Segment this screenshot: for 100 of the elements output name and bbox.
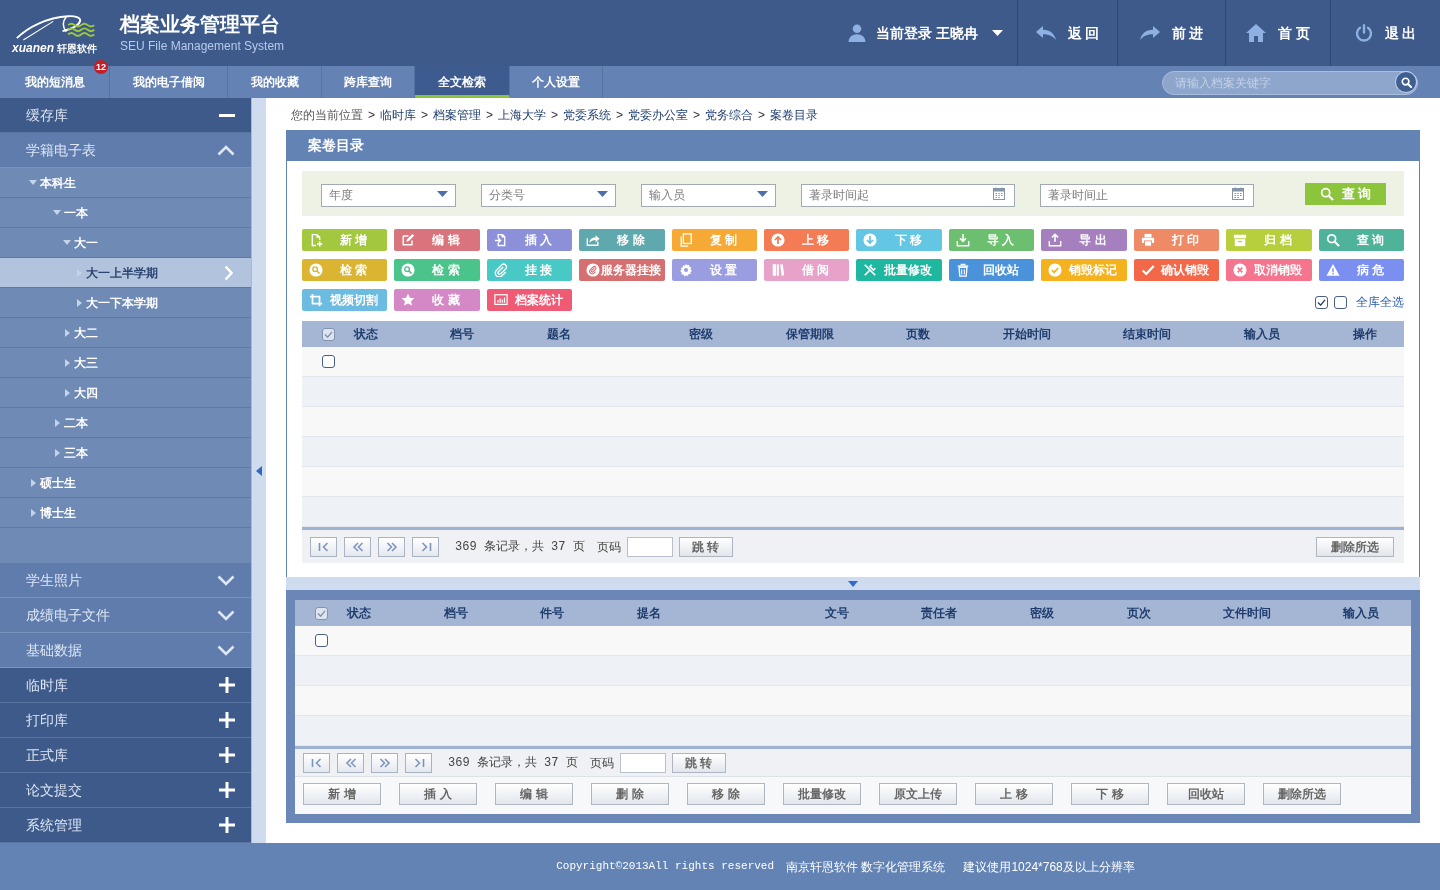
last-page-button[interactable] [412, 536, 439, 557]
checkbox[interactable] [315, 606, 328, 620]
sidebar-item[interactable]: 系统管理 [0, 808, 251, 843]
date-field[interactable]: 著录时间起 [801, 183, 1015, 207]
expanded-arrow-icon[interactable] [53, 210, 61, 215]
toolbar-button[interactable]: 设 置 [671, 259, 758, 281]
action-button[interactable]: 批量修改 [783, 783, 861, 805]
toolbar-button[interactable]: 检 索 [302, 259, 388, 281]
toolbar-button[interactable]: 确认销毁 [1133, 259, 1220, 281]
sidebar-item[interactable]: 临时库 [0, 668, 251, 703]
next-page-button[interactable] [378, 536, 405, 557]
toolbar-button[interactable]: 服务器挂接 [579, 259, 665, 281]
expanded-arrow-icon[interactable] [29, 180, 37, 185]
breadcrumb-link[interactable]: 党务综合 [705, 106, 754, 124]
checkbox[interactable] [322, 327, 335, 341]
tree-item[interactable]: 大一上半学期 [0, 258, 251, 288]
action-button[interactable]: 移 除 [687, 783, 765, 805]
toolbar-button[interactable]: 下 移 [856, 229, 942, 251]
nav-tab[interactable]: 全文检索 [415, 66, 510, 98]
caret-icon[interactable] [437, 191, 448, 197]
caret-icon[interactable] [597, 191, 608, 197]
toolbar-button[interactable]: 收 藏 [394, 289, 480, 311]
date-field[interactable]: 著录时间止 [1040, 183, 1254, 207]
page-number-field[interactable] [626, 536, 673, 557]
toolbar-button[interactable]: 借 阅 [764, 259, 850, 281]
first-page-button[interactable] [303, 752, 330, 773]
expanded-arrow-icon[interactable] [63, 240, 71, 245]
action-button[interactable]: 回收站 [1167, 783, 1245, 805]
checkbox[interactable] [322, 355, 335, 368]
toolbar-button[interactable]: 打 印 [1133, 229, 1220, 251]
action-button[interactable]: 编 辑 [495, 783, 573, 805]
dropdown[interactable]: 分类号 [481, 183, 616, 207]
toolbar-button[interactable]: 销毁标记 [1041, 259, 1127, 281]
toolbar-button[interactable]: 视频切割 [302, 289, 388, 311]
checkbox[interactable] [315, 634, 328, 647]
toolbar-button[interactable]: 插 入 [486, 229, 573, 251]
toolbar-button[interactable]: 挂 接 [486, 259, 573, 281]
jump-button[interactable]: 跳 转 [678, 536, 733, 557]
toolbar-button[interactable]: 查 询 [1318, 229, 1404, 251]
toolbar-button[interactable]: 上 移 [764, 229, 850, 251]
action-button[interactable]: 删除所选 [1263, 783, 1341, 805]
collapse-arrow-icon[interactable] [848, 580, 858, 587]
toolbar-button[interactable]: 新 增 [302, 229, 388, 251]
sidebar-item[interactable]: 基础数据 [0, 633, 251, 668]
toolbar-button[interactable]: 导 出 [1041, 229, 1127, 251]
first-page-button[interactable] [310, 536, 337, 557]
query-button[interactable]: 查 询 [1305, 182, 1386, 205]
sidebar-item[interactable]: 学籍电子表 [0, 133, 251, 168]
calendar-icon[interactable] [993, 187, 1005, 200]
sidebar-item[interactable]: 论文提交 [0, 773, 251, 808]
collapsed-arrow-icon[interactable] [30, 478, 36, 487]
toolbar-button[interactable]: 编 辑 [394, 229, 480, 251]
caret-icon[interactable] [757, 191, 768, 197]
toolbar-button[interactable]: 检 索 [394, 259, 480, 281]
breadcrumb-link[interactable]: 档案管理 [433, 106, 482, 124]
toolbar-button[interactable]: 批量修改 [856, 259, 942, 281]
breadcrumb-link[interactable]: 党委办公室 [628, 106, 689, 124]
toolbar-button[interactable]: 档案统计 [486, 289, 573, 311]
collapse-arrow-icon[interactable] [256, 465, 262, 476]
action-button[interactable]: 插 入 [399, 783, 477, 805]
last-page-button[interactable] [405, 752, 432, 773]
dropdown[interactable]: 输入员 [641, 183, 776, 207]
toolbar-button[interactable]: 移 除 [579, 229, 665, 251]
checkbox[interactable] [1315, 296, 1328, 309]
collapsed-arrow-icon[interactable] [64, 358, 70, 367]
user-menu[interactable]: 当前登录 王晓冉 [840, 0, 1017, 66]
sidebar-item[interactable]: 成绩电子文件 [0, 598, 251, 633]
action-button[interactable]: 新 增 [303, 783, 381, 805]
breadcrumb-link[interactable]: 案卷目录 [770, 106, 819, 124]
collapsed-arrow-icon[interactable] [64, 328, 70, 337]
delete-selected-button[interactable]: 删除所选 [1316, 536, 1394, 557]
dropdown[interactable]: 年度 [321, 183, 456, 207]
toolbar-button[interactable]: 复 制 [671, 229, 758, 251]
caret-icon[interactable] [992, 30, 1003, 36]
nav-tab[interactable]: 个人设置 [510, 66, 603, 98]
next-page-button[interactable] [371, 752, 398, 773]
breadcrumb-link[interactable]: 上海大学 [498, 106, 547, 124]
calendar-icon[interactable] [1232, 187, 1244, 200]
previous-page-button[interactable] [344, 536, 371, 557]
page-number-field[interactable] [619, 752, 666, 773]
collapsed-arrow-icon[interactable] [30, 508, 36, 517]
action-button[interactable]: 上 移 [975, 783, 1053, 805]
action-button[interactable]: 下 移 [1071, 783, 1149, 805]
collapsed-arrow-icon[interactable] [76, 298, 82, 307]
jump-button[interactable]: 跳 转 [671, 752, 726, 773]
toolbar-button[interactable]: 病 危 [1318, 259, 1404, 281]
sidebar-item[interactable]: 学生照片 [0, 563, 251, 598]
collapsed-arrow-icon[interactable] [54, 448, 60, 457]
action-button[interactable]: 原文上传 [879, 783, 957, 805]
toolbar-button[interactable]: 取消销毁 [1226, 259, 1312, 281]
checkbox[interactable] [1334, 296, 1347, 309]
toolbar-button[interactable]: 回收站 [948, 259, 1035, 281]
sidebar-item[interactable]: 缓存库 [0, 98, 251, 133]
previous-page-button[interactable] [337, 752, 364, 773]
breadcrumb-link[interactable]: 党委系统 [563, 106, 612, 124]
sidebar-item[interactable]: 打印库 [0, 703, 251, 738]
sidebar-item[interactable]: 正式库 [0, 738, 251, 773]
breadcrumb-link[interactable]: 临时库 [380, 106, 416, 124]
action-button[interactable]: 删 除 [591, 783, 669, 805]
toolbar-button[interactable]: 导 入 [948, 229, 1035, 251]
